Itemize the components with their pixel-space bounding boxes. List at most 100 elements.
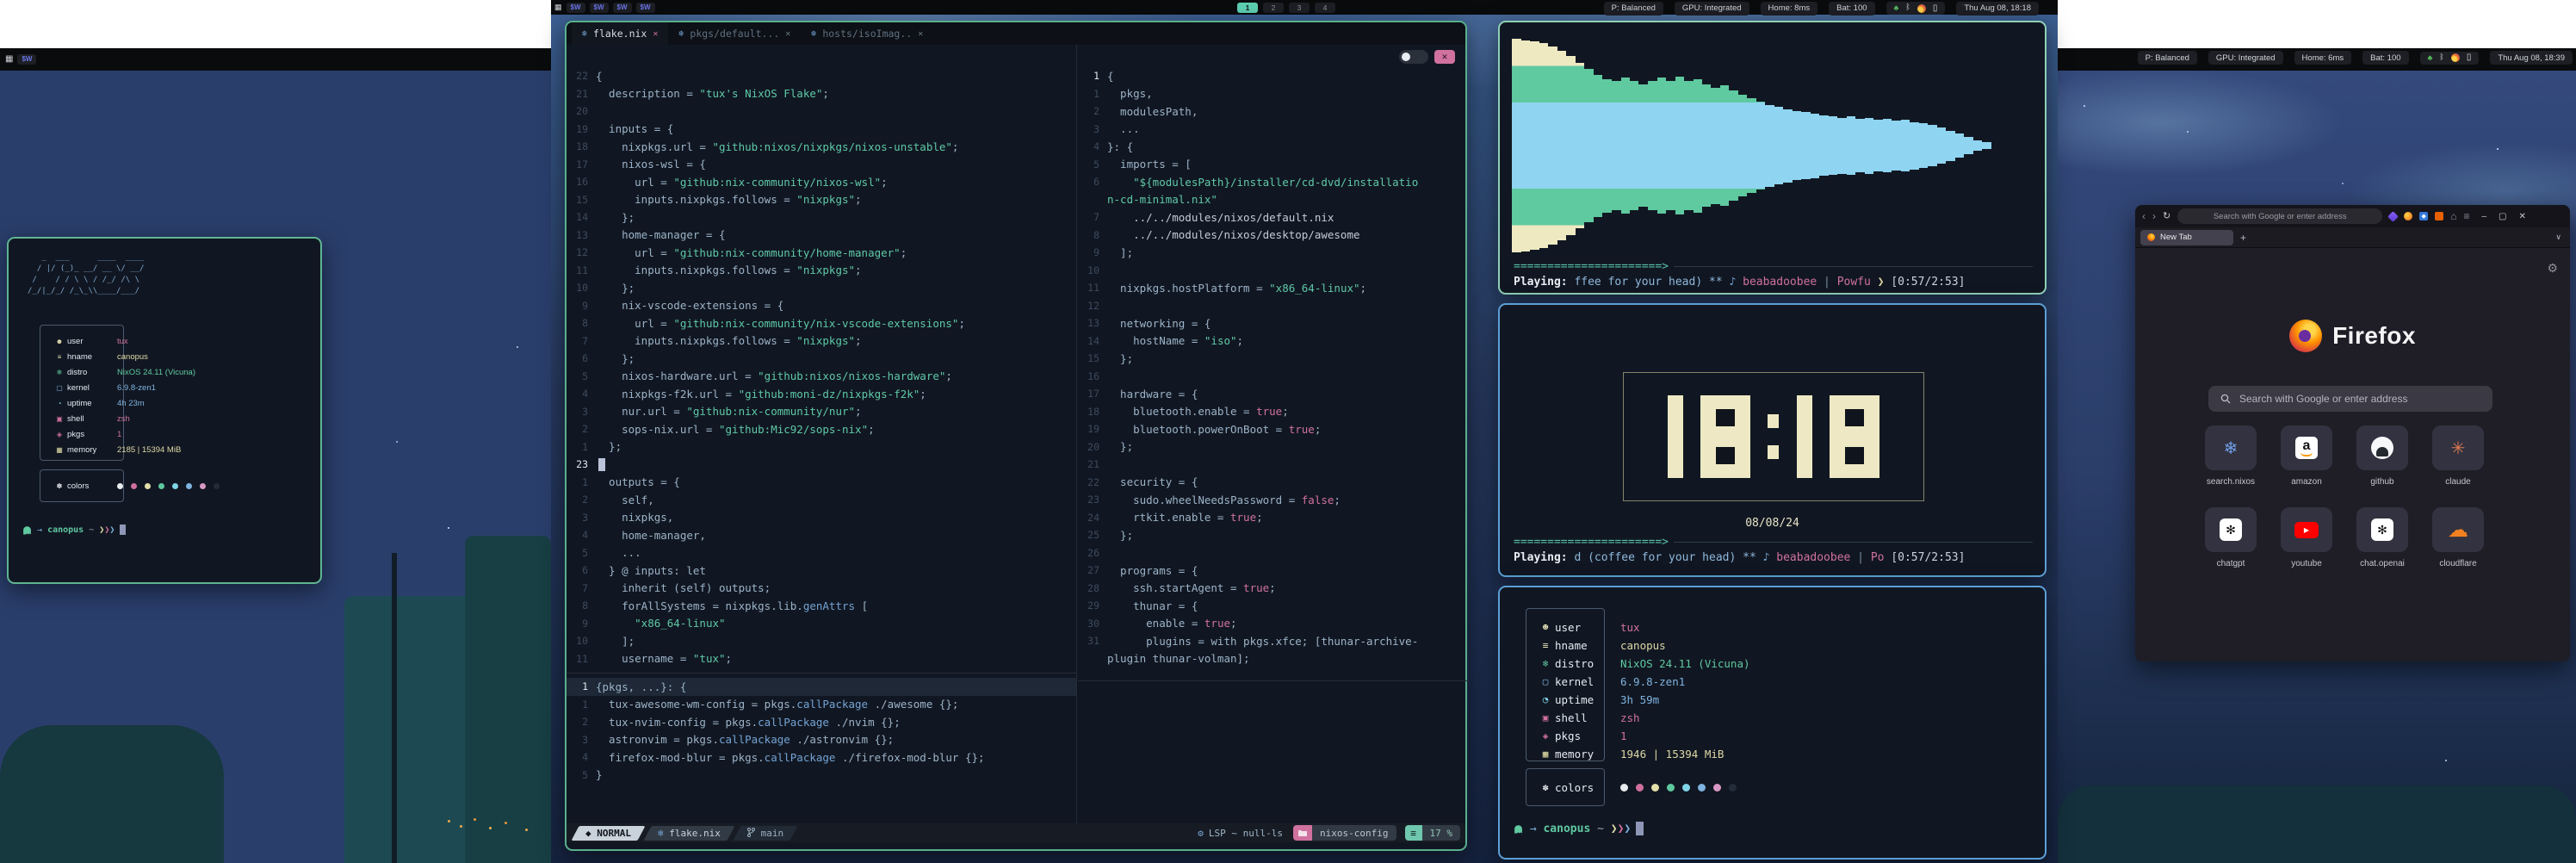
tray-icon-plant[interactable]: ♣ bbox=[2428, 54, 2433, 62]
separator: ======================> bbox=[1514, 260, 2033, 273]
tray-icon-firefox[interactable] bbox=[2451, 53, 2460, 62]
git-branch-icon bbox=[747, 828, 755, 837]
settings-gear-icon[interactable]: ⚙ bbox=[2547, 261, 2558, 276]
launcher-grid-icon[interactable]: ▦ bbox=[554, 3, 562, 11]
workspace-3[interactable]: 3 bbox=[1289, 3, 1310, 13]
code-line: 8 url = "github:nix-community/nix-vscode… bbox=[567, 314, 1076, 332]
battery-module[interactable]: Bat: 100 bbox=[1829, 2, 1874, 16]
clock-digits bbox=[1668, 395, 1879, 478]
tab-close-icon[interactable]: ✕ bbox=[918, 29, 923, 39]
new-tab-button[interactable]: + bbox=[2240, 232, 2246, 244]
gpu-module[interactable]: GPU: Integrated bbox=[2208, 51, 2283, 65]
shell-prompt[interactable]: → canopus ~ ❯❯❯ bbox=[1514, 822, 1644, 835]
shortcut-chat.openai[interactable]: ✻chat.openai bbox=[2356, 507, 2408, 568]
cloudflare-icon: ☁ bbox=[2448, 518, 2468, 543]
terminal-tty-clock[interactable]: 08/08/24 ======================> Playing… bbox=[1498, 303, 2047, 577]
shortcut-amazon[interactable]: aamazon bbox=[2281, 425, 2332, 487]
pane-toggle-switch[interactable] bbox=[1399, 50, 1428, 64]
horizontal-split[interactable] bbox=[1078, 680, 1469, 681]
workspace-1[interactable]: 1 bbox=[1237, 3, 1258, 13]
terminal-fetch-main[interactable]: ☻usertux≡hnamecanopus❄distroNixOS 24.11 … bbox=[1498, 586, 2047, 860]
top-bar-right-monitor: P: Balanced GPU: Integrated Home: 6ms Ba… bbox=[2058, 48, 2576, 71]
extension-icon-bitwarden[interactable]: ◆ bbox=[2419, 212, 2428, 220]
snowflake-icon: ❄ bbox=[2224, 438, 2239, 459]
search-input[interactable]: Search with Google or enter address bbox=[2208, 386, 2492, 412]
tab-pkgs-default[interactable]: ❄ pkgs/default... ✕ bbox=[668, 22, 801, 45]
vertical-split[interactable] bbox=[1076, 45, 1077, 823]
menu-icon[interactable]: ≡ bbox=[2463, 211, 2469, 221]
code-line: 22{ bbox=[567, 67, 1076, 85]
workspace-2[interactable]: 2 bbox=[1263, 3, 1284, 13]
tray-icon-phone[interactable]: ▯ bbox=[1933, 4, 1938, 13]
power-profile-module[interactable]: P: Balanced bbox=[2138, 51, 2197, 65]
code-line: 3 nixpkgs, bbox=[567, 509, 1076, 527]
tray-icon-phone[interactable]: ▯ bbox=[2467, 53, 2472, 62]
tab-close-icon[interactable]: ✕ bbox=[653, 29, 658, 39]
app-icon[interactable]: $W bbox=[613, 3, 632, 13]
shortcut-cloudflare[interactable]: ☁cloudflare bbox=[2432, 507, 2484, 568]
home-icon[interactable]: ⌂ bbox=[2450, 211, 2456, 221]
url-bar[interactable]: Search with Google or enter address bbox=[2177, 208, 2382, 224]
neovim-editor-window[interactable]: ❄ flake.nix ✕ ❄ pkgs/default... ✕ ❄ host… bbox=[565, 21, 1467, 851]
workspace-4[interactable]: 4 bbox=[1315, 3, 1335, 13]
tray-icon-firefox[interactable] bbox=[1917, 4, 1926, 13]
power-profile-module[interactable]: P: Balanced bbox=[1604, 2, 1663, 16]
system-tray: ♣ ᛒ ▯ bbox=[1886, 2, 1946, 15]
app-icon[interactable]: $W bbox=[567, 3, 585, 13]
user-icon: ☻ bbox=[52, 338, 67, 345]
ping-module[interactable]: Home: 8ms bbox=[1761, 2, 1818, 16]
nix-snowflake-icon: ❄ bbox=[678, 29, 684, 39]
minimize-button[interactable]: – bbox=[2481, 212, 2486, 221]
reload-icon[interactable]: ↻ bbox=[2163, 212, 2170, 221]
extension-icon-orange[interactable] bbox=[2404, 212, 2412, 220]
shortcut-youtube[interactable]: ▶youtube bbox=[2281, 507, 2332, 568]
code-line: 20 }; bbox=[1078, 438, 1469, 456]
maximize-button[interactable]: ▢ bbox=[2499, 212, 2506, 221]
code-line: 15 inputs.nixpkgs.follows = "nixpkgs"; bbox=[567, 191, 1076, 209]
shortcut-github[interactable]: github bbox=[2356, 425, 2408, 487]
extension-icon-purple[interactable] bbox=[2387, 211, 2399, 222]
code-line: 2 self, bbox=[567, 491, 1076, 509]
distro-icon: ❄ bbox=[52, 369, 67, 376]
buffer-pkgs-default-nix[interactable]: 1{pkgs, ...}: {1 tux-awesome-wm-config =… bbox=[567, 678, 1076, 790]
pane-close-button[interactable]: ✕ bbox=[1434, 50, 1455, 64]
app-icon[interactable]: $W bbox=[17, 54, 36, 65]
clock-module[interactable]: Thu Aug 08, 18:39 bbox=[2490, 51, 2573, 65]
tab-flake-nix[interactable]: ❄ flake.nix ✕ bbox=[572, 22, 668, 45]
code-line: 11 inputs.nixpkgs.follows = "nixpkgs"; bbox=[567, 262, 1076, 280]
firefox-toolbar: ‹ › ↻ Search with Google or enter addres… bbox=[2135, 205, 2570, 227]
gpu-module[interactable]: GPU: Integrated bbox=[1675, 2, 1749, 16]
app-icon[interactable]: $W bbox=[636, 3, 655, 13]
tray-icon-bluetooth[interactable]: ᛒ bbox=[2439, 54, 2443, 62]
horizontal-split[interactable] bbox=[567, 673, 1076, 674]
terminal-cava-visualizer[interactable]: ======================> Playing: ffee fo… bbox=[1498, 21, 2047, 295]
firefox-window[interactable]: ‹ › ↻ Search with Google or enter addres… bbox=[2135, 205, 2570, 661]
back-icon[interactable]: ‹ bbox=[2142, 211, 2146, 221]
battery-module[interactable]: Bat: 100 bbox=[2362, 51, 2408, 65]
tab-hosts-isoimage[interactable]: ❄ hosts/isoImag.. ✕ bbox=[801, 22, 933, 45]
shortcut-search.nixos[interactable]: ❄search.nixos bbox=[2205, 425, 2257, 487]
editor-tabline: ❄ flake.nix ✕ ❄ pkgs/default... ✕ ❄ host… bbox=[567, 22, 1465, 45]
clock-module[interactable]: Thu Aug 08, 18:18 bbox=[1956, 2, 2039, 16]
tab-close-icon[interactable]: ✕ bbox=[785, 29, 790, 39]
ping-module[interactable]: Home: 6ms bbox=[2294, 51, 2352, 65]
tab-list-chevron-icon[interactable]: ∨ bbox=[2555, 233, 2561, 242]
extension-icon-tampermonkey[interactable] bbox=[2435, 212, 2443, 220]
shell-prompt[interactable]: → canopus ~ ❯❯❯ bbox=[22, 525, 126, 535]
shortcut-claude[interactable]: ✳claude bbox=[2432, 425, 2484, 487]
buffer-hosts-isoimage-nix[interactable]: 1{1 pkgs,2 modulesPath,3 ...4}: {5 impor… bbox=[1078, 67, 1469, 670]
terminal-fetch-left[interactable]: _ ___ ____ ____ / |/ (_)_ __/ __ \/ __/ … bbox=[7, 237, 322, 584]
buffer-flake-nix[interactable]: 22{21 description = "tux's NixOS Flake";… bbox=[567, 67, 1076, 670]
close-button[interactable]: ✕ bbox=[2519, 212, 2526, 221]
tab-new-tab[interactable]: New Tab bbox=[2140, 230, 2233, 245]
firefox-wordmark: Firefox bbox=[2332, 322, 2416, 350]
tray-icon-bluetooth[interactable]: ᛒ bbox=[1905, 4, 1910, 12]
shortcut-chatgpt[interactable]: ✻chatgpt bbox=[2205, 507, 2257, 568]
app-icon[interactable]: $W bbox=[590, 3, 609, 13]
tray-icon-plant[interactable]: ♣ bbox=[1894, 4, 1899, 12]
fetch-row-colors: ✽colors bbox=[1536, 779, 1737, 797]
lines-icon: ≡ bbox=[1405, 825, 1422, 841]
forward-icon[interactable]: › bbox=[2152, 211, 2156, 221]
launcher-grid-icon[interactable]: ▦ bbox=[5, 55, 13, 64]
top-bar-left-monitor: ▦ $W bbox=[0, 48, 551, 71]
